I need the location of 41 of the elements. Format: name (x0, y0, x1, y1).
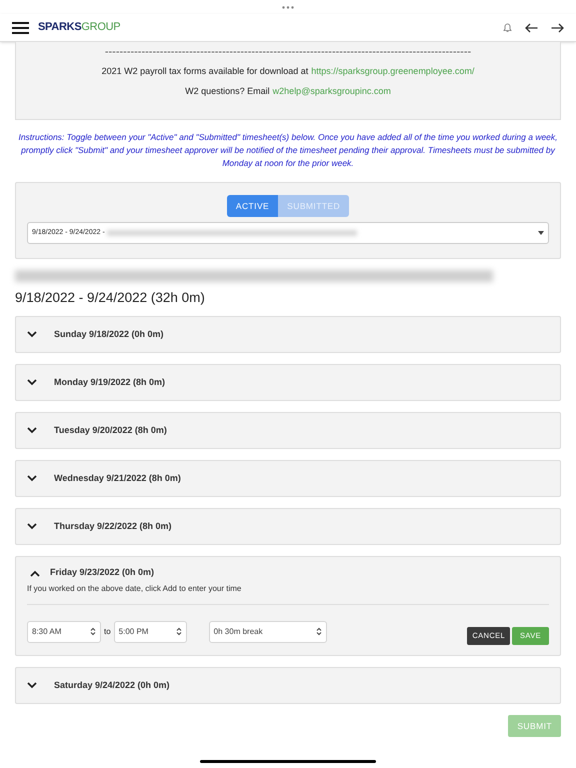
toggle-tab[interactable]: ACTIVE (226, 195, 278, 217)
bell-icon[interactable] (503, 22, 512, 33)
end-time-select[interactable]: 5:00 PM (114, 620, 187, 643)
day-label: Saturday 9/24/2022 (0h 0m) (54, 679, 170, 692)
day-row[interactable]: Wednesday 9/21/2022 (8h 0m) (15, 460, 561, 498)
day-row[interactable]: Sunday 9/18/2022 (0h 0m) (15, 316, 561, 354)
brand-logo: SPARKSGROUP (38, 20, 120, 36)
updown-icon (90, 627, 96, 636)
start-time-select[interactable]: 8:30 AM (27, 620, 101, 643)
chevron-down-icon (27, 379, 37, 386)
more-icon[interactable] (282, 6, 294, 8)
chevron-down-icon (27, 682, 37, 690)
day-row[interactable]: Saturday 9/24/2022 (0h 0m) (15, 667, 561, 704)
day-row[interactable]: Thursday 9/22/2022 (8h 0m) (15, 508, 561, 546)
hint-text: If you worked on the above date, click Add to enter your time (27, 582, 242, 595)
day-label: Thursday 9/22/2022 (8h 0m) (54, 520, 172, 533)
dropdown-icon (538, 231, 544, 235)
period-heading: 9/18/2022 - 9/24/2022 (32h 0m) (15, 289, 206, 307)
updown-icon (176, 627, 182, 636)
updown-icon (316, 627, 322, 636)
day-label: Tuesday 9/20/2022 (8h 0m) (54, 424, 167, 437)
chevron-down-icon (27, 427, 37, 434)
day-row[interactable]: Monday 9/19/2022 (8h 0m) (15, 364, 561, 402)
chevron-down-icon (27, 475, 37, 482)
day-label: Wednesday 9/21/2022 (8h 0m) (54, 472, 181, 485)
menu-icon[interactable] (12, 22, 29, 34)
notice-text: 2021 W2 payroll tax forms available for download at (102, 65, 308, 78)
forward-arrow-icon[interactable] (551, 22, 564, 32)
chevron-down-icon (27, 331, 37, 338)
day-label[interactable]: Friday 9/23/2022 (0h 0m) (50, 566, 154, 580)
day-row[interactable]: Tuesday 9/20/2022 (8h 0m) (15, 412, 561, 450)
instructions-text: Instructions: Toggle between your "Active" and "Submitted" timesheet(s) below. Once you have added all of the time you worked during a week, promptly click "Submit" and your timesheet approver will be notified of the timesheet pending their approval. Timesheets must be submitted by Monday at noon for the prior week. (17, 131, 559, 170)
notice-text: W2 questions? Email (185, 84, 270, 98)
dashed-divider: ---------------------------------------------------------------------------------------------------- (104, 46, 472, 58)
day-label: Monday 9/19/2022 (8h 0m) (54, 376, 166, 389)
chevron-down-icon (27, 523, 37, 530)
break-select[interactable]: 0h 30m break (208, 620, 327, 643)
chevron-up-icon (30, 570, 40, 576)
to-label: to (104, 626, 111, 638)
back-arrow-icon[interactable] (525, 22, 538, 32)
day-label: Sunday 9/18/2022 (0h 0m) (54, 328, 164, 341)
